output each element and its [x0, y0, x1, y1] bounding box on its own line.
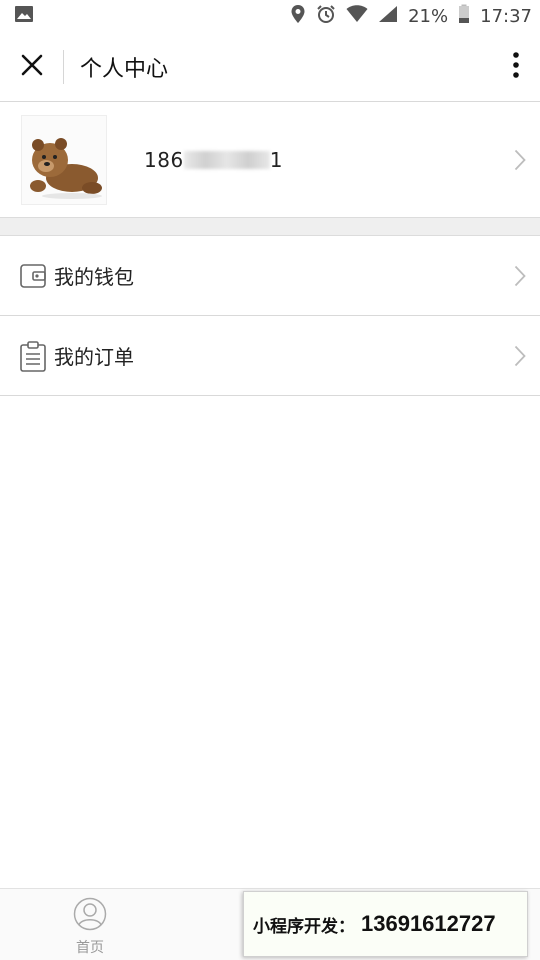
avatar[interactable] [21, 115, 107, 205]
phone-suffix: 1 [269, 148, 283, 172]
wallet-icon [19, 262, 49, 290]
more-vertical-icon [512, 51, 520, 83]
phone-prefix: 186 [144, 148, 184, 172]
battery-icon [458, 4, 470, 29]
chevron-right-icon [500, 345, 540, 367]
chevron-right-icon [500, 265, 540, 287]
chevron-right-icon [500, 149, 540, 171]
close-button[interactable] [0, 49, 64, 84]
menu-item-label: 我的订单 [54, 345, 134, 369]
clock-time: 17:37 [480, 5, 532, 27]
page-title: 个人中心 [80, 56, 169, 82]
more-button[interactable] [492, 51, 540, 83]
battery-percent: 21% [408, 5, 449, 27]
section-divider [0, 217, 540, 236]
tab-home[interactable]: 首页 [0, 889, 180, 960]
teddy-bear-avatar [30, 138, 102, 199]
nav-bar: 个人中心 [0, 32, 540, 102]
menu-list: 我的钱包 我的订单 [0, 236, 540, 396]
menu-item-wallet[interactable]: 我的钱包 [0, 236, 540, 316]
close-icon [20, 53, 44, 81]
phone-masked [183, 151, 270, 169]
promo-banner: 小程序开发： 13691612727 [243, 891, 528, 957]
clipboard-icon [19, 340, 49, 372]
wifi-icon [346, 4, 368, 28]
user-circle-icon [73, 897, 107, 935]
promo-label: 小程序开发： [253, 916, 355, 936]
signal-icon [378, 5, 398, 28]
tab-label: 首页 [76, 940, 104, 956]
alarm-icon [316, 4, 336, 29]
image-icon [14, 5, 34, 28]
profile-row[interactable]: 186 1 [0, 103, 540, 217]
menu-item-orders[interactable]: 我的订单 [0, 316, 540, 396]
location-icon [290, 4, 306, 29]
status-bar: 21% 17:37 [0, 0, 540, 32]
menu-item-label: 我的钱包 [54, 265, 134, 289]
promo-number: 13691612727 [361, 911, 496, 936]
phone-number: 186 1 [144, 148, 500, 172]
